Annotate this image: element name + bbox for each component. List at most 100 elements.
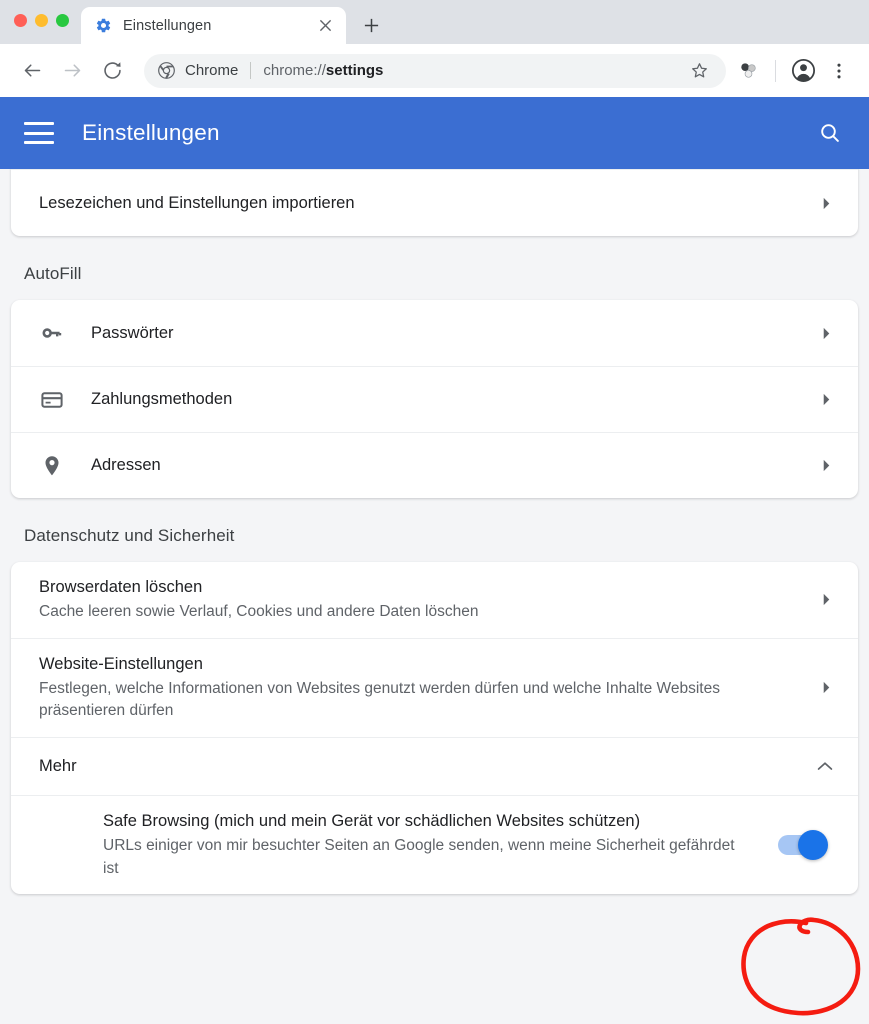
arrow-left-icon [24,64,40,77]
settings-row-more-expander[interactable]: Mehr [11,736,858,795]
star-icon [691,63,707,78]
window-close-button[interactable] [14,13,27,27]
profile-button[interactable] [787,55,819,87]
row-subtitle: URLs einiger von mir besuchter Seiten an… [103,837,735,877]
hamburger-bar-1 [24,122,54,125]
chevron-right-icon [820,681,833,694]
url-text: chrome://settings [263,62,684,79]
toggle-knob [798,830,828,861]
arrow-right-icon [64,64,80,77]
safe-browsing-toggle[interactable] [771,830,833,861]
chevron-right-glyph [823,197,830,209]
tab-title: Einstellungen [123,17,212,34]
settings-row-safe-browsing[interactable]: Safe Browsing (mich und mein Gerät vor s… [11,794,858,894]
settings-row-clear-browsing-data[interactable]: Browserdaten löschen Cache leeren sowie … [11,562,858,638]
bookmark-star-icon[interactable] [684,56,714,86]
key-icon [39,321,65,345]
row-subtitle: Cache leeren sowie Verlauf, Cookies und … [39,603,479,621]
row-text: Lesezeichen und Einstellungen importiere… [39,178,804,228]
hamburger-icon[interactable] [24,122,54,144]
hamburger-bar-2 [24,131,54,135]
credit-card-icon [39,388,65,412]
row-text: Safe Browsing (mich und mein Gerät vor s… [103,796,751,894]
reload-icon [103,62,121,79]
settings-app-header: Einstellungen [0,97,869,169]
settings-row-addresses[interactable]: Adressen [11,432,858,498]
row-title: Passwörter [91,323,174,342]
chevron-right-icon [820,327,833,340]
forward-button[interactable] [54,53,90,89]
row-title: Website-Einstellungen [39,654,203,673]
autofill-card: Passwörter Zahlungsmethoden Adressen [11,300,858,498]
account-avatar-icon [791,58,815,83]
row-text: Adressen [91,440,804,490]
extensions-button[interactable] [732,55,764,87]
row-text: Mehr [39,741,801,791]
omnibox-separator [250,62,252,79]
privacy-card: Browserdaten löschen Cache leeren sowie … [11,562,858,895]
location-pin-icon-glyph [45,455,59,475]
credit-card-icon-glyph [41,391,63,408]
molecule-icon [740,63,756,78]
toggle-track [778,830,828,861]
browser-tab-einstellungen[interactable]: Einstellungen [81,7,346,44]
three-dot-menu-icon [837,63,841,78]
window-maximize-button[interactable] [56,13,69,27]
row-title: Lesezeichen und Einstellungen importiere… [39,193,355,212]
row-text: Passwörter [91,308,804,358]
reload-button[interactable] [94,53,130,89]
row-title: Safe Browsing (mich und mein Gerät vor s… [103,811,641,830]
search-icon-glyph [821,124,839,142]
location-pin-icon [39,454,65,478]
section-heading-privacy: Datenschutz und Sicherheit [24,526,235,545]
chevron-up-icon [817,761,833,772]
toolbar-divider [775,59,776,82]
url-scheme: chrome:// [263,62,326,79]
url-path: settings [325,62,384,79]
chevron-right-glyph [823,393,830,406]
chevron-right-icon [820,197,833,210]
chevron-right-icon [820,459,833,472]
back-button[interactable] [14,53,50,89]
chrome-logo-icon [158,62,175,79]
tab-strip: Einstellungen [0,0,869,44]
browser-toolbar: Chrome chrome://settings [0,44,869,97]
chevron-right-glyph [823,682,830,694]
gear-icon [96,18,111,33]
row-title: Mehr [39,757,77,776]
row-text: Zahlungsmethoden [91,374,804,424]
search-icon[interactable] [815,118,845,148]
window-minimize-button[interactable] [35,13,48,27]
row-subtitle: Festlegen, welche Informationen von Webs… [39,680,720,720]
chevron-right-icon [820,393,833,406]
chevron-up-glyph [817,762,833,770]
row-title: Adressen [91,456,161,475]
row-title: Zahlungsmethoden [91,390,233,409]
settings-row-import-bookmarks[interactable]: Lesezeichen und Einstellungen importiere… [11,170,858,236]
chevron-right-glyph [823,594,830,606]
new-tab-button[interactable] [354,8,388,42]
hamburger-bar-3 [24,141,54,144]
chevron-right-glyph [823,327,830,339]
row-text: Website-Einstellungen Festlegen, welche … [39,639,804,737]
browser-menu-button[interactable] [823,55,855,87]
settings-row-site-settings[interactable]: Website-Einstellungen Festlegen, welche … [11,637,858,737]
chevron-right-icon [820,593,833,606]
settings-content: Lesezeichen und Einstellungen importiere… [0,169,869,1024]
close-icon[interactable] [314,15,336,37]
site-chip-label: Chrome [185,62,239,79]
settings-row-passwords[interactable]: Passwörter [11,300,858,366]
chevron-right-glyph [823,459,830,472]
browser-window: Einstellungen Chrome chrome://settings E… [0,0,869,1024]
page-title: Einstellungen [82,120,220,145]
settings-row-payment-methods[interactable]: Zahlungsmethoden [11,366,858,432]
close-icon-glyph [319,19,331,32]
key-icon-glyph [42,328,62,338]
import-card: Lesezeichen und Einstellungen importiere… [11,169,858,236]
row-text: Browserdaten löschen Cache leeren sowie … [39,562,804,638]
plus-icon [364,18,378,32]
row-title: Browserdaten löschen [39,578,203,596]
section-heading-autofill: AutoFill [24,264,82,283]
address-bar[interactable]: Chrome chrome://settings [144,53,726,88]
window-traffic-lights [14,0,81,44]
